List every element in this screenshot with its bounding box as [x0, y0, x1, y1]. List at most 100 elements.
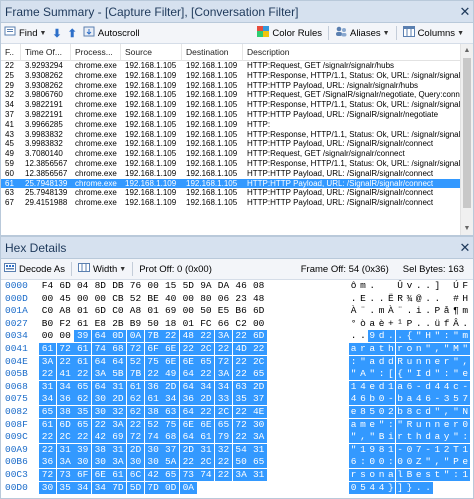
hex-byte[interactable]: BE [145, 293, 162, 305]
ascii-char[interactable]: ¾ [405, 293, 414, 305]
ascii-char[interactable]: d [423, 368, 433, 381]
table-row[interactable]: 41 3.9966285 chrome.exe 192.168.1.105 192.16… [1, 120, 461, 130]
hex-byte[interactable]: 6D [56, 418, 74, 431]
ascii-char[interactable]: ü [433, 318, 442, 330]
hex-byte[interactable]: 64 [179, 406, 197, 418]
hex-byte[interactable]: A8 [57, 305, 74, 317]
hex-byte[interactable]: 42 [144, 469, 162, 481]
color-rules-button[interactable]: Color Rules [257, 26, 322, 40]
ascii-char[interactable]: d [423, 431, 433, 444]
ascii-char[interactable]: - [395, 443, 405, 456]
ascii-char[interactable]: , [432, 456, 442, 469]
hex-byte[interactable]: 73 [179, 469, 197, 481]
hex-byte[interactable]: FC [197, 318, 214, 330]
hex-dump[interactable]: 0000 F4 ô 6D m 04. 8D DB 76 Û 00 v 15. 5D. 9A] DA 46 Ú… [1, 280, 473, 498]
hex-byte[interactable]: A8 [127, 305, 144, 317]
hex-byte[interactable]: 22 [39, 368, 56, 381]
hex-byte[interactable]: 6E [179, 355, 197, 368]
table-row[interactable]: 32 3.9806760 chrome.exe 192.168.1.105 192.16… [1, 90, 461, 100]
hex-byte[interactable]: 22 [74, 431, 92, 444]
hex-byte[interactable]: 6D [250, 305, 267, 317]
ascii-char[interactable]: . [423, 318, 432, 330]
column-header-source[interactable]: Source [121, 43, 182, 61]
ascii-char[interactable]: r [358, 343, 368, 355]
hex-byte[interactable]: 52 [127, 293, 144, 305]
hex-byte[interactable]: 52 [127, 355, 144, 368]
hex-byte[interactable]: 35 [232, 393, 250, 406]
ascii-char[interactable]: b [395, 393, 405, 406]
ascii-char[interactable]: : [460, 431, 470, 444]
ascii-char[interactable]: ¶ [451, 305, 460, 317]
hex-byte[interactable]: 00 [74, 293, 91, 305]
hex-byte[interactable]: 61 [109, 469, 127, 481]
ascii-char[interactable]: t [432, 469, 442, 481]
column-header-time-offset[interactable]: Time Of... [21, 43, 71, 61]
hex-byte[interactable]: 7D [109, 481, 127, 494]
ascii-char[interactable]: 0 [349, 481, 359, 494]
hex-byte[interactable]: 34 [74, 481, 92, 494]
ascii-char[interactable]: : [358, 456, 368, 469]
find-button[interactable]: Find ▼ [4, 26, 46, 40]
table-row[interactable]: 60 12.3856567 chrome.exe 192.168.1.109 192.1… [1, 169, 461, 179]
hex-byte[interactable]: 22 [56, 355, 74, 368]
ascii-char[interactable]: e [432, 355, 442, 368]
hex-byte[interactable]: 64 [179, 431, 197, 444]
ascii-char[interactable]: R [396, 293, 405, 305]
ascii-char[interactable]: " [358, 355, 368, 368]
hex-byte[interactable]: 3A [109, 418, 127, 431]
ascii-char[interactable]: " [451, 431, 461, 444]
hex-byte[interactable]: 3A [91, 368, 109, 381]
hex-byte[interactable]: 00 [57, 330, 74, 342]
hex-byte[interactable]: 01 [74, 305, 91, 317]
hex-byte[interactable]: 00 [250, 318, 267, 330]
hex-byte[interactable]: 7B [127, 368, 144, 381]
hex-row[interactable]: 0034 00. 00. 39 9 64 d 0D. 0A. 7B {22 " 48 H 22 " 3A: 22 "… [1, 330, 473, 343]
ascii-char[interactable]: : [376, 368, 387, 381]
hex-byte[interactable]: 2C [197, 343, 215, 355]
hex-byte[interactable]: 36 [144, 380, 162, 393]
hex-byte[interactable]: 3A [109, 456, 127, 469]
ascii-char[interactable]: . [368, 305, 377, 317]
hex-byte[interactable]: 0D [162, 481, 180, 494]
hex-byte[interactable]: 00 [92, 293, 109, 305]
hex-byte[interactable]: 7B [144, 330, 162, 343]
hex-byte[interactable]: 64 [91, 330, 109, 343]
ascii-char[interactable]: m [358, 418, 368, 431]
hex-byte[interactable]: B9 [127, 318, 144, 330]
hex-byte[interactable]: 46 [233, 280, 250, 292]
hex-byte[interactable]: 61 [74, 355, 92, 368]
hex-byte[interactable]: 22 [39, 431, 56, 444]
hex-byte[interactable]: 61 [74, 343, 92, 355]
hex-byte[interactable]: 22 [91, 418, 109, 431]
ascii-char[interactable]: 1 [432, 443, 442, 456]
hex-byte[interactable]: 18 [162, 318, 179, 330]
ascii-char[interactable]: " [349, 368, 359, 381]
hex-byte[interactable]: 39 [74, 443, 92, 456]
hex-byte[interactable]: B0 [39, 318, 56, 330]
ascii-char[interactable]: : [349, 355, 359, 368]
hex-byte[interactable]: 38 [91, 443, 109, 456]
ascii-char[interactable]: o [367, 469, 377, 481]
ascii-char[interactable]: 6 [404, 380, 415, 393]
hex-byte[interactable]: 30 [91, 406, 109, 418]
hex-byte[interactable]: 22 [162, 330, 180, 343]
hex-byte[interactable]: 36 [179, 393, 197, 406]
ascii-char[interactable]: 5 [358, 481, 368, 494]
hex-byte[interactable]: 65 [74, 380, 92, 393]
hex-byte[interactable]: 3A [215, 368, 232, 381]
hex-byte[interactable]: 31 [56, 443, 74, 456]
hex-byte[interactable]: E8 [92, 318, 109, 330]
hex-byte[interactable]: 62 [127, 393, 144, 406]
ascii-char[interactable] [386, 280, 395, 292]
ascii-char[interactable]: b [395, 406, 405, 418]
ascii-char[interactable]: 4 [376, 481, 387, 494]
hex-byte[interactable]: 68 [162, 431, 180, 444]
ascii-char[interactable]: d [376, 355, 387, 368]
ascii-char[interactable]: @ [414, 293, 423, 305]
ascii-char[interactable]: m [460, 330, 470, 343]
ascii-char[interactable]: P [405, 318, 414, 330]
ascii-char[interactable]: m [461, 305, 470, 317]
hex-byte[interactable]: 31 [250, 469, 268, 481]
column-header-frame-number[interactable]: F.. [1, 43, 21, 61]
ascii-char[interactable]: 0 [376, 393, 387, 406]
